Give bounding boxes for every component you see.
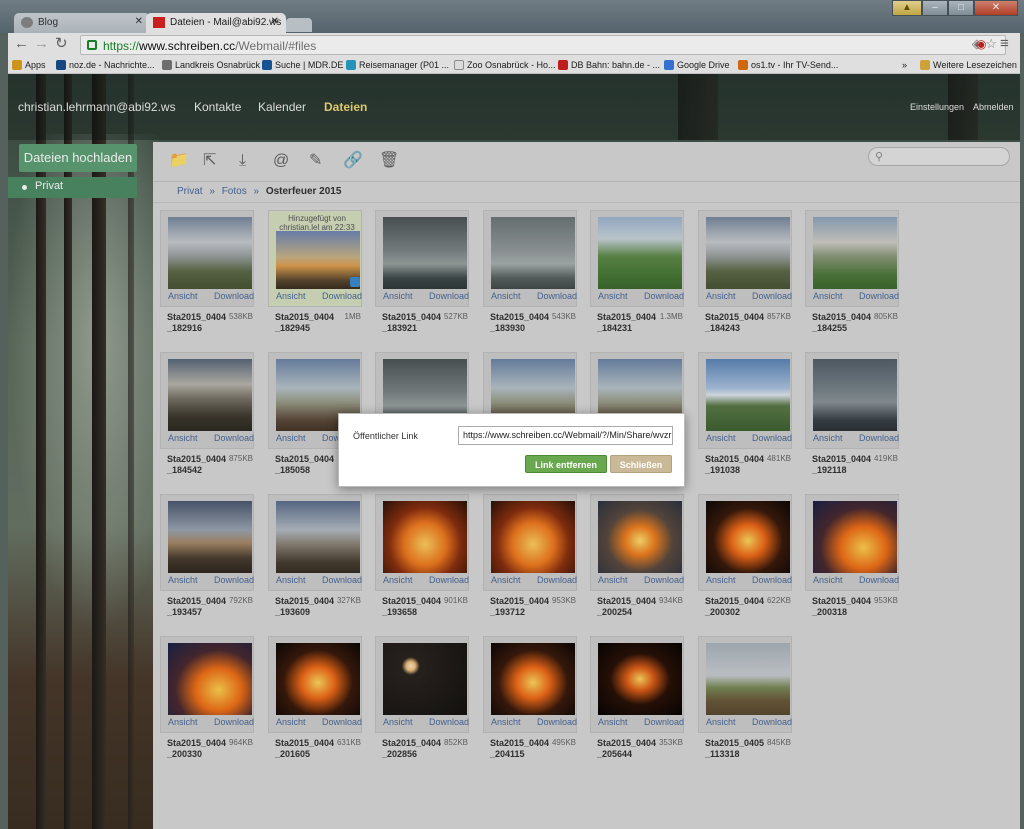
public-link-field[interactable]: https://www.schreiben.cc/Webmail/?/Min/S… [458, 426, 673, 445]
remove-link-button[interactable]: Link entfernen [525, 455, 607, 473]
public-link-dialog: Öffentlicher Link https://www.schreiben.… [338, 413, 685, 487]
modal-overlay: Öffentlicher Link https://www.schreiben.… [0, 0, 1024, 829]
close-dialog-button[interactable]: Schließen [610, 455, 672, 473]
public-link-label: Öffentlicher Link [353, 431, 418, 441]
